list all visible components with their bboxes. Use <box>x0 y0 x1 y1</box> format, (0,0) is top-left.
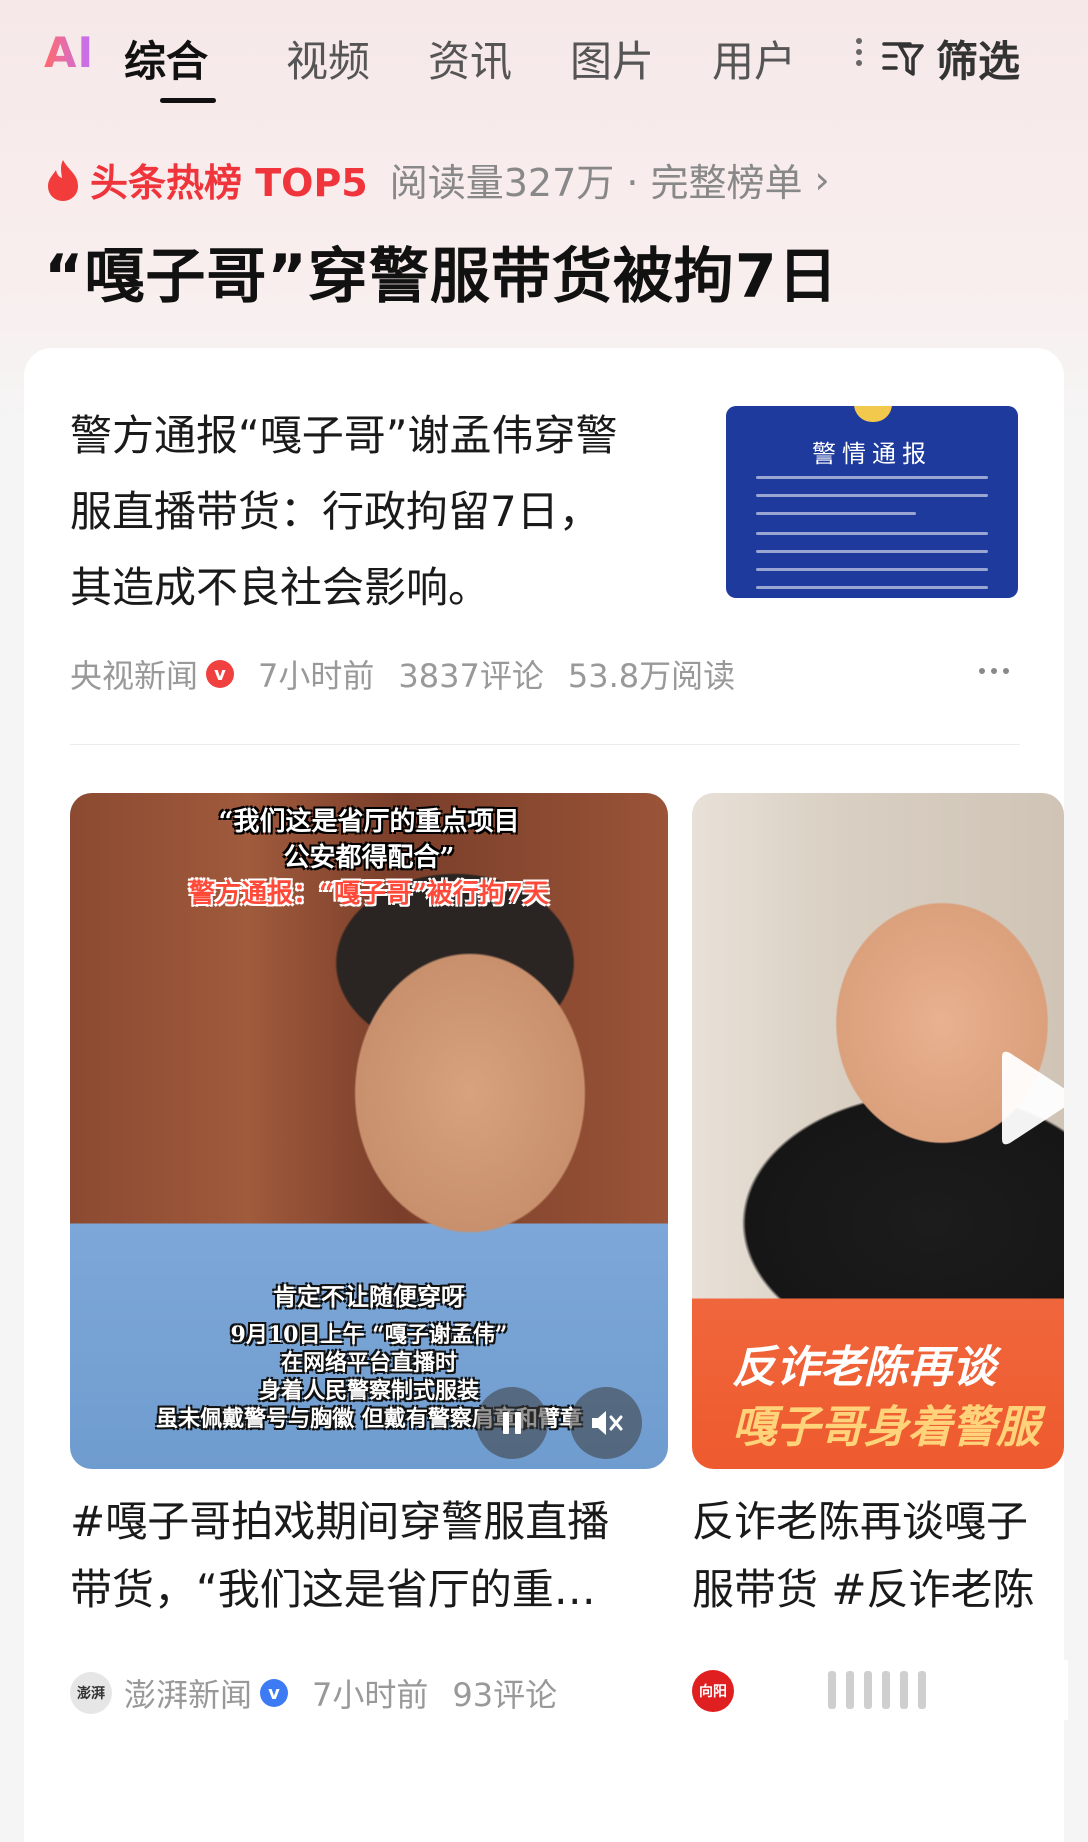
video-caption-line: “我们这是省厅的重点项目 <box>218 807 520 837</box>
article-source[interactable]: 央视新闻 <box>70 651 198 697</box>
tab-news[interactable]: 资讯 <box>428 28 512 89</box>
text-line <box>756 532 988 535</box>
video-title-line: 服带货 #反诈老陈 <box>692 1565 1035 1614</box>
filter-button[interactable]: 筛选 <box>880 28 1020 89</box>
hot-list-entry[interactable]: 头条热榜 TOP5 阅读量327万 · 完整榜单 › <box>44 152 830 207</box>
video-caption-line: 反诈老陈再谈 <box>732 1342 996 1393</box>
hot-list-title: 头条热榜 TOP5 <box>90 161 368 205</box>
results-card: 警方通报“嘎子哥”谢孟伟穿警 服直播带货：行政拘留7日， 其造成不良社会影响。 … <box>24 348 1068 1842</box>
video-caption-line: 嘎子哥身着警服 <box>732 1402 1040 1453</box>
pause-button[interactable] <box>476 1387 548 1459</box>
divider <box>70 744 1020 745</box>
text-line <box>756 512 916 515</box>
article-title-line: 其造成不良社会影响。 <box>70 563 491 612</box>
active-tab-indicator <box>160 98 216 103</box>
article-time: 7小时前 <box>258 657 375 695</box>
verified-icon: v <box>260 1679 289 1707</box>
video-comments: 93评论 <box>452 1676 558 1714</box>
avatar[interactable]: 澎湃 <box>70 1672 112 1714</box>
text-line <box>756 586 988 589</box>
tab-images[interactable]: 图片 <box>570 28 654 89</box>
police-emblem-icon <box>854 406 892 422</box>
video-title-2[interactable]: 反诈老陈再谈嘎子 服带货 #反诈老陈 <box>692 1488 1064 1624</box>
video-title-line: 反诈老陈再谈嘎子 <box>692 1497 1029 1546</box>
scroll-hint-icon <box>768 1660 1068 1720</box>
video-title-1[interactable]: #嘎子哥拍戏期间穿警服直播 带货，“我们这是省厅的重… <box>70 1488 670 1624</box>
video-caption-headline: 警方通报：“嘎子哥”被行拘7天 <box>188 879 549 909</box>
filter-icon <box>882 41 924 76</box>
article-title[interactable]: 警方通报“嘎子哥”谢孟伟穿警 服直播带货：行政拘留7日， 其造成不良社会影响。 <box>70 398 670 626</box>
tab-all[interactable]: 综合 <box>124 28 208 89</box>
filter-label: 筛选 <box>936 37 1021 86</box>
video-card-1[interactable]: “我们这是省厅的重点项目 公安都得配合” 警方通报：“嘎子哥”被行拘7天 肯定不… <box>70 793 668 1469</box>
text-line <box>756 476 988 479</box>
tab-video[interactable]: 视频 <box>286 28 370 89</box>
play-icon[interactable] <box>972 1043 1064 1153</box>
article-meta: 央视新闻 v 7小时前 3837评论 53.8万阅读 <box>70 651 735 697</box>
top-tab-bar: AI 综合 视频 资讯 图片 用户 筛选 <box>0 0 1088 110</box>
more-options-icon[interactable] <box>979 668 1009 674</box>
hot-list-meta: 阅读量327万 · 完整榜单 <box>389 161 803 205</box>
article-thumbnail[interactable]: 警情通报 <box>726 406 1018 598</box>
video-title-line: 带货，“我们这是省厅的重… <box>70 1565 596 1614</box>
text-line <box>756 550 988 553</box>
mute-button[interactable] <box>570 1387 642 1459</box>
video-card-2[interactable]: 反诈老陈再谈 嘎子哥身着警服 <box>692 793 1064 1469</box>
mute-icon <box>592 1411 623 1435</box>
text-line <box>756 494 988 497</box>
more-tabs-icon[interactable] <box>856 38 862 72</box>
article-title-line: 警方通报“嘎子哥”谢孟伟穿警 <box>70 411 618 460</box>
tab-users[interactable]: 用户 <box>712 28 796 89</box>
video-meta-2: 向阳 <box>692 1670 734 1712</box>
flame-icon <box>48 159 78 201</box>
pause-icon <box>503 1412 521 1434</box>
video-meta-1: 澎湃 澎湃新闻 v 7小时前 93评论 <box>70 1670 557 1716</box>
avatar[interactable]: 向阳 <box>692 1670 734 1712</box>
video-source[interactable]: 澎湃新闻 <box>124 1670 252 1716</box>
article-reads: 53.8万阅读 <box>567 657 736 695</box>
video-subtitle-line: 肯定不让随便穿呀 <box>273 1282 465 1311</box>
video-title-line: #嘎子哥拍戏期间穿警服直播 <box>70 1497 610 1546</box>
ai-search-button[interactable]: AI <box>44 28 94 77</box>
chevron-right-icon: › <box>814 157 830 202</box>
thumbnail-heading: 警情通报 <box>812 440 932 468</box>
verified-icon: v <box>206 660 235 688</box>
video-time: 7小时前 <box>312 1676 429 1714</box>
text-line <box>756 568 988 571</box>
video-caption-line: 公安都得配合” <box>283 843 455 873</box>
article-title-line: 服直播带货：行政拘留7日， <box>70 487 601 536</box>
hot-headline[interactable]: “嘎子哥”穿警服带货被拘7日 <box>44 228 839 315</box>
article-comments: 3837评论 <box>398 657 544 695</box>
